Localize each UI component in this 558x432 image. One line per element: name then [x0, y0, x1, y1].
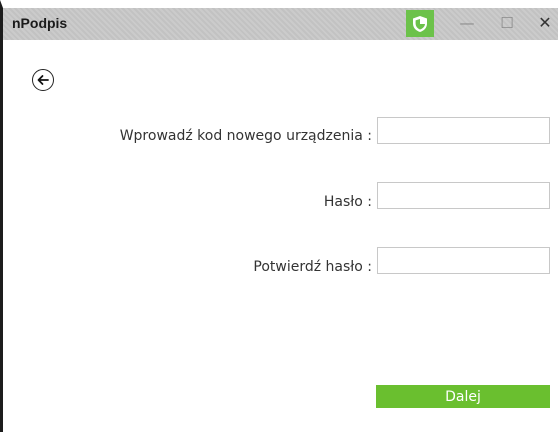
confirm-password-input[interactable] [377, 247, 550, 274]
shield-icon-graphic [413, 15, 427, 32]
close-button[interactable]: ✕ [535, 13, 555, 33]
shield-icon[interactable] [406, 10, 434, 37]
window-title: nPodpis [12, 15, 68, 31]
app-window: nPodpis — ☐ ✕ Wprowadź kod nowego urządz… [0, 0, 558, 432]
arrow-left-icon [37, 75, 49, 85]
minimize-button[interactable]: — [457, 13, 477, 33]
back-button[interactable] [32, 69, 54, 91]
password-input[interactable] [377, 182, 550, 209]
maximize-button[interactable]: ☐ [497, 13, 517, 33]
title-bar[interactable]: nPodpis — ☐ ✕ [3, 8, 558, 40]
device-code-input[interactable] [377, 117, 550, 144]
next-button[interactable]: Dalej [376, 385, 550, 408]
device-code-label: Wprowadź kod nowego urządzenia : [119, 128, 372, 144]
password-label: Hasło : [323, 194, 372, 210]
confirm-password-label: Potwierdź hasło : [253, 259, 372, 275]
